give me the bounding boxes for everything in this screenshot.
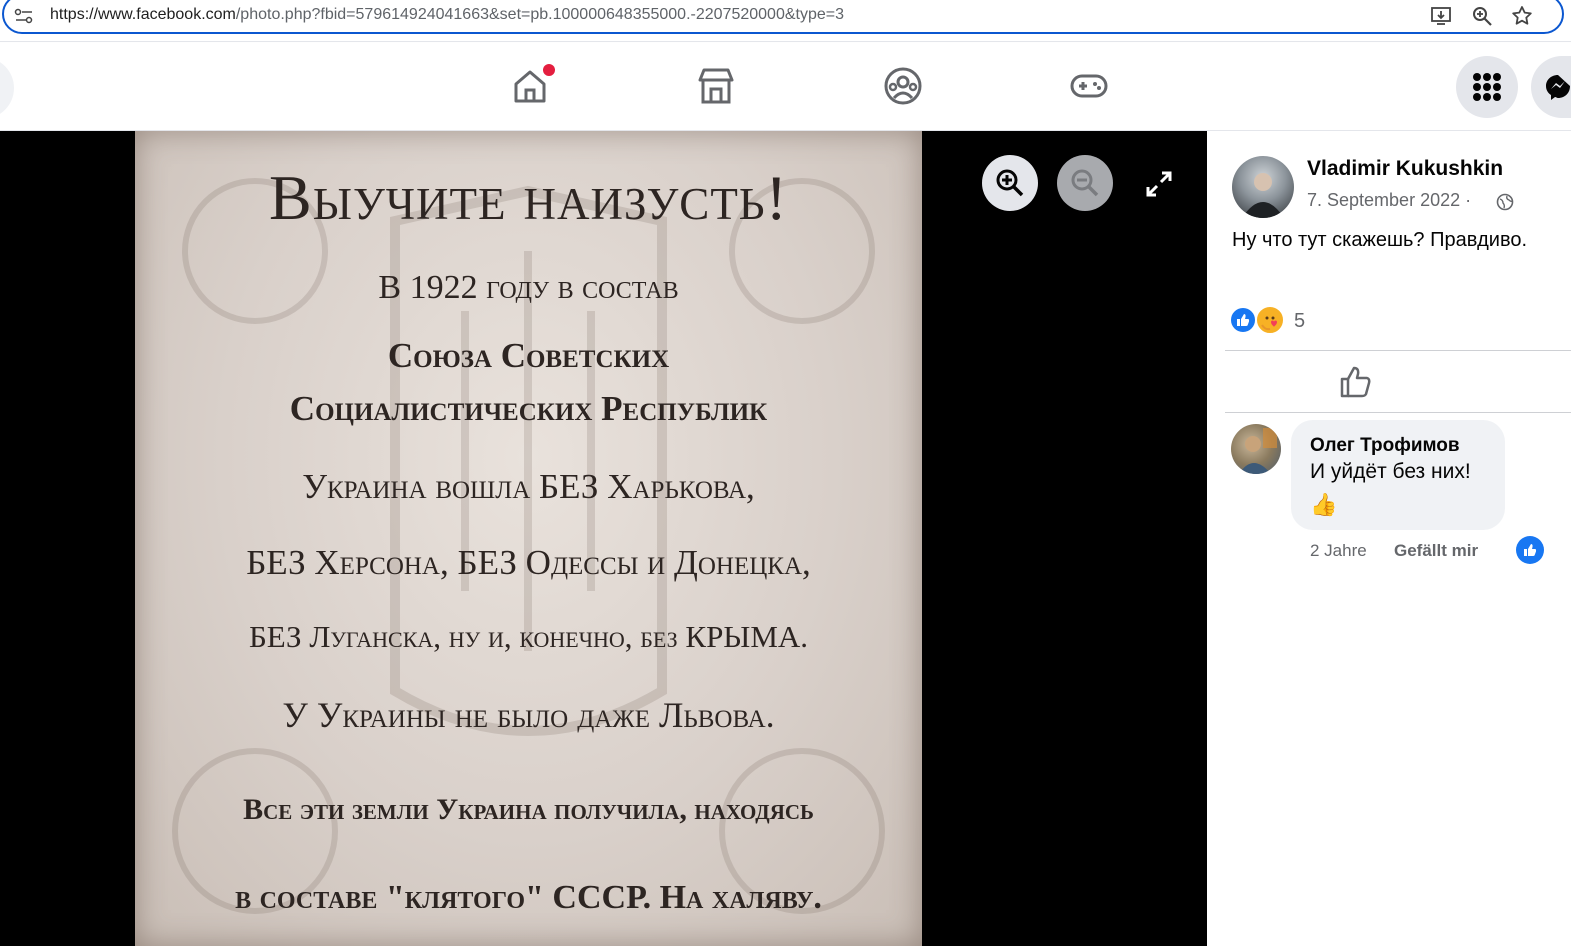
commenter-name[interactable]: Олег Трофимов bbox=[1310, 435, 1460, 457]
bookmark-star-icon[interactable] bbox=[1510, 4, 1534, 28]
gaming-icon[interactable] bbox=[1067, 64, 1111, 108]
photo-text-line: БЕЗ Луганска, ну и, конечно, без КРЫМА. bbox=[248, 619, 809, 654]
photo-title-line: Выучите наизусть! bbox=[269, 162, 788, 233]
care-emoji-glyph bbox=[1261, 316, 1277, 331]
like-button-icon[interactable] bbox=[1338, 364, 1374, 400]
photo-text-line: Социалистических Республик bbox=[289, 389, 768, 428]
url-domain: https://www.facebook.com bbox=[50, 6, 236, 23]
commenter-photo bbox=[1239, 428, 1277, 474]
post-date[interactable]: 7. September 2022 · bbox=[1307, 190, 1471, 211]
post-photo[interactable]: Выучите наизусть! В 1922 году в состав С… bbox=[135, 131, 922, 946]
fullscreen-icon[interactable] bbox=[1143, 168, 1175, 200]
groups-icon[interactable] bbox=[881, 64, 925, 108]
zoom-in-button[interactable] bbox=[982, 155, 1038, 211]
photo-text-line: У Украины не было даже Львова. bbox=[282, 695, 775, 735]
zoom-out-icon bbox=[1071, 169, 1099, 197]
author-photo bbox=[1242, 173, 1284, 218]
author-avatar[interactable] bbox=[1232, 156, 1294, 218]
post-author-name[interactable]: Vladimir Kukushkin bbox=[1307, 157, 1503, 181]
install-icon[interactable] bbox=[1429, 4, 1453, 28]
comment-like-button[interactable]: Gefällt mir bbox=[1394, 541, 1478, 561]
commenter-avatar[interactable] bbox=[1231, 424, 1281, 474]
globe-icon bbox=[1496, 193, 1514, 211]
photo-text-line: Союза Советских bbox=[387, 336, 670, 375]
menu-grid-icon bbox=[1473, 73, 1501, 101]
site-settings-icon[interactable] bbox=[14, 8, 34, 24]
messenger-icon bbox=[1546, 75, 1570, 100]
thumbs-up-glyph bbox=[1237, 314, 1250, 326]
post-details-panel bbox=[1207, 131, 1571, 946]
photo-text-line: Украина вошла БЕЗ Харькова, bbox=[302, 467, 755, 506]
marketplace-icon[interactable] bbox=[694, 64, 738, 108]
comment-text: И уйдёт без них! bbox=[1310, 460, 1471, 483]
zoom-in-icon bbox=[996, 169, 1024, 197]
photo-text-line: В 1922 году в состав bbox=[378, 269, 679, 306]
post-text: Ну что тут скажешь? Правдиво. bbox=[1232, 229, 1528, 251]
divider bbox=[1225, 412, 1571, 413]
notification-dot bbox=[543, 64, 555, 76]
thumbs-up-glyph bbox=[1524, 544, 1537, 556]
url-text[interactable]: https://www.facebook.com/photo.php?fbid=… bbox=[50, 6, 844, 24]
photo-text-line: Все эти земли Украина получила, находясь bbox=[243, 793, 814, 826]
browser-toolbar: https://www.facebook.com/photo.php?fbid=… bbox=[0, 0, 1571, 42]
reaction-count[interactable]: 5 bbox=[1294, 310, 1305, 333]
photo-text-line: в составе "клятого" СССР. На халяву. bbox=[235, 879, 822, 916]
comment-time[interactable]: 2 Jahre bbox=[1310, 541, 1367, 561]
care-reaction-icon[interactable] bbox=[1255, 305, 1285, 335]
facebook-top-nav bbox=[0, 43, 1571, 131]
thumbs-up-emoji: 👍 bbox=[1310, 492, 1338, 517]
like-reaction-icon[interactable] bbox=[1229, 306, 1257, 334]
photo-text-line: БЕЗ Херсона, БЕЗ Одессы и Донецка, bbox=[246, 543, 811, 582]
url-path: /photo.php?fbid=579614924041663&set=pb.1… bbox=[235, 6, 844, 23]
comment-like-reaction-icon[interactable] bbox=[1516, 536, 1544, 564]
zoom-icon[interactable] bbox=[1470, 4, 1494, 28]
address-bar[interactable]: https://www.facebook.com/photo.php?fbid=… bbox=[2, 0, 1564, 34]
divider bbox=[1225, 350, 1571, 351]
zoom-out-button[interactable] bbox=[1057, 155, 1113, 211]
menu-button[interactable] bbox=[1456, 56, 1518, 118]
